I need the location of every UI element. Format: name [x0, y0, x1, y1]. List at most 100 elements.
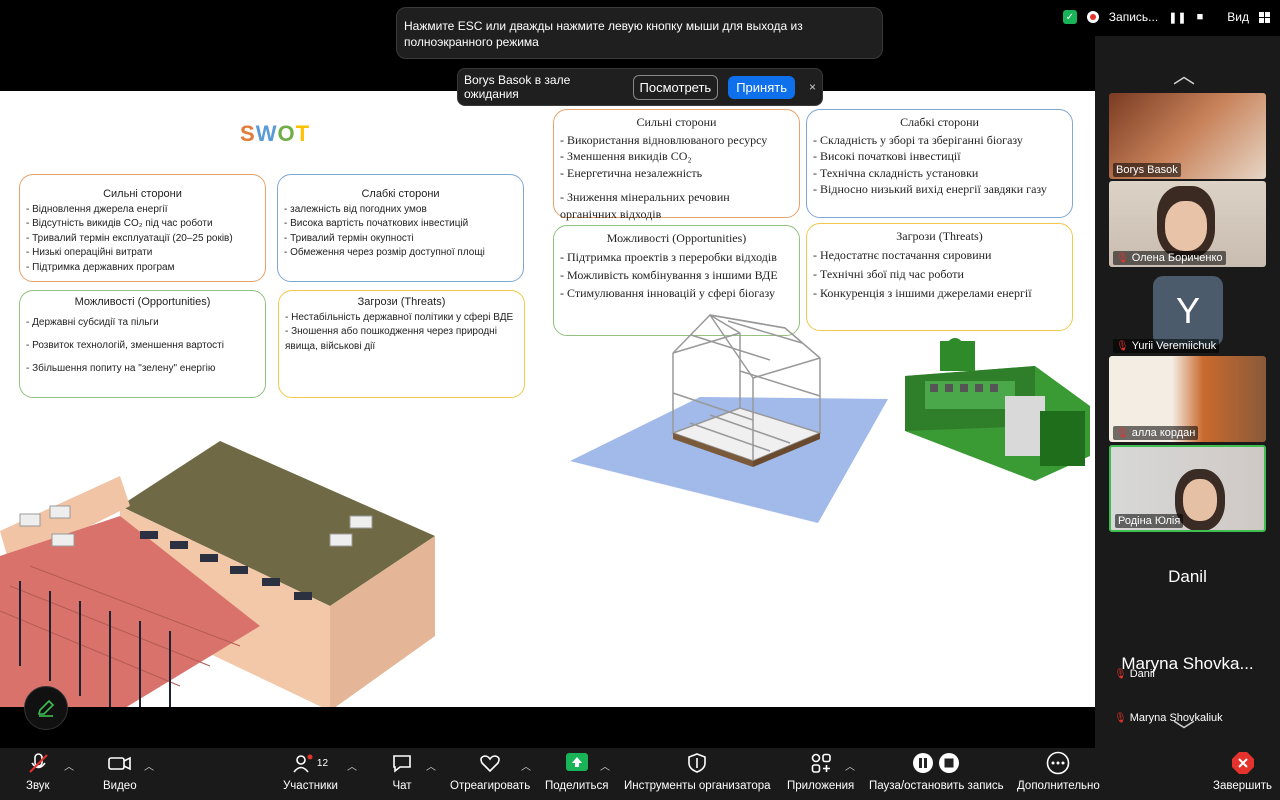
participant-name: 🎙︎ Олена Бориченко	[1113, 251, 1226, 265]
avatar: Y	[1153, 276, 1223, 346]
scroll-up-chevron-icon[interactable]: ︿	[1173, 58, 1195, 90]
participant-name-text: Олена Бориченко	[1131, 252, 1223, 264]
more-button[interactable]: Дополнительно	[1017, 751, 1100, 792]
stop-recording-icon[interactable]: ■	[1197, 11, 1204, 23]
recording-icon	[1086, 11, 1099, 23]
list-item: - Технічні збої під час роботи	[813, 266, 964, 281]
participant-name: 🎙︎ алла кордан	[1113, 426, 1199, 440]
end-meeting-button[interactable]: Завершить	[1213, 752, 1272, 792]
list-item: - Відсутність викидів CO₂ під час роботи	[26, 218, 213, 229]
list-item: - Відносно низький вихід енергії завдяки…	[813, 182, 1047, 196]
list-item: - Високі початкові інвестиції	[813, 149, 961, 163]
view-menu[interactable]: Вид	[1227, 10, 1249, 24]
video-button[interactable]: Видео	[103, 752, 137, 792]
annotate-pencil-button[interactable]	[24, 686, 68, 730]
scroll-down-chevron-icon[interactable]: ﹀	[1173, 714, 1195, 746]
participants-count: 12	[316, 757, 329, 769]
end-label: Завершить	[1213, 780, 1273, 792]
share-screen-button[interactable]: Поделиться	[545, 752, 609, 792]
solar-weaknesses-box: Слабкі сторони - залежність від погодних…	[277, 174, 524, 282]
mic-muted-icon: 🎙︎	[1116, 340, 1129, 352]
list-item: - Зменшення викидів CO₂	[560, 149, 692, 163]
pause-stop-recording-button[interactable]: Пауза/остановить запись	[869, 752, 1004, 792]
list-item: - Висока вартість початкових інвестицій	[284, 218, 469, 229]
list-item: - Нестабільність державної політики у сф…	[285, 311, 514, 323]
box-title: Можливості (Opportunities)	[606, 231, 747, 245]
biogas-weaknesses-box: Слабкі сторони - Складність у зборі та з…	[806, 109, 1073, 218]
list-item: - Зношення або пошкодження через природн…	[285, 326, 497, 337]
apps-label: Приложения	[787, 780, 855, 792]
participant-name[interactable]: 🎙︎ Maryna Shovkaliuk	[1111, 690, 1226, 746]
video-camera-icon	[107, 752, 132, 774]
close-icon[interactable]: ×	[809, 80, 816, 94]
participant-tile[interactable]: 🎙︎ Олена Бориченко	[1109, 181, 1266, 267]
biogas-generator-illustration	[905, 338, 1090, 481]
mic-muted-icon: 🎙︎	[1116, 252, 1129, 264]
mic-muted-icon: 🎙︎	[1114, 712, 1127, 724]
list-item: - Низькі операційні витрати	[26, 247, 153, 258]
top-right-controls: ✓ Запись... ❚❚ ■ Вид	[1062, 10, 1270, 24]
box-title: Загрози (Threats)	[357, 296, 446, 308]
zoom-window: ✓ Запись... ❚❚ ■ Вид SWOT Сильні сторони…	[0, 0, 1280, 800]
participant-tile-active-speaker[interactable]: Родіна Юлія	[1109, 445, 1266, 532]
participant-name-text: алла кордан	[1131, 427, 1196, 439]
participants-label: Участники	[283, 780, 338, 792]
pencil-icon	[37, 699, 55, 717]
end-icon	[1231, 752, 1255, 774]
apps-icon	[810, 752, 832, 774]
participants-button[interactable]: 12 Участники	[283, 752, 338, 792]
reactions-button[interactable]: Отреагировать	[450, 752, 530, 792]
apps-caret-icon[interactable]: ︿	[845, 758, 855, 773]
audio-options-caret-icon[interactable]: ︿	[64, 758, 74, 773]
box-title: Слабкі сторони	[361, 188, 440, 200]
pause-rec-label: Пауза/остановить запись	[869, 780, 1004, 792]
chat-button[interactable]: Чат	[391, 752, 413, 792]
more-label: Дополнительно	[1017, 780, 1100, 792]
share-caret-icon[interactable]: ︿	[600, 758, 610, 773]
pause-recording-icon[interactable]: ❚❚	[1168, 11, 1186, 24]
host-tools-button[interactable]: Инструменты организатора	[624, 752, 771, 792]
participants-caret-icon[interactable]: ︿	[347, 758, 357, 773]
participant-name-text: Родіна Юлія	[1118, 515, 1181, 527]
participant-tile[interactable]: 🎙︎ алла кордан	[1109, 356, 1266, 442]
list-item: - Тривалий термін експлуатації (20–25 ро…	[26, 232, 233, 244]
recording-label: Запись...	[1108, 10, 1159, 24]
video-options-caret-icon[interactable]: ︿	[144, 758, 154, 773]
participant-tile[interactable]: Borys Basok	[1109, 93, 1266, 179]
participant-tile[interactable]: Y 🎙︎ Yurii Veremiichuk	[1109, 269, 1266, 355]
biogas-strengths-box: Сильні сторони - Використання відновлюва…	[553, 109, 800, 221]
list-item: - Державні субсидії та пільги	[26, 316, 159, 328]
view-grid-icon[interactable]	[1259, 11, 1270, 23]
box-title: Можливості (Opportunities)	[74, 296, 211, 308]
list-item: - Використання відновлюваного ресурсу	[560, 132, 768, 147]
chat-label: Чат	[392, 780, 412, 792]
security-shield-icon[interactable]: ✓	[1062, 10, 1077, 24]
list-item: - Зниження мінеральних речовин	[560, 190, 730, 204]
list-item: - Відновлення джерела енергії	[26, 203, 168, 215]
fullscreen-exit-notice: Нажмите ESC или дважды нажмите левую кно…	[396, 7, 883, 59]
pause-stop-icon	[912, 752, 960, 774]
participants-icon: 12	[293, 752, 328, 774]
view-waiting-room-button[interactable]: Посмотреть	[632, 74, 719, 100]
list-item: - Збільшення попиту на "зелену" енергію	[26, 362, 216, 374]
participant-name: 🎙︎ Yurii Veremiichuk	[1113, 339, 1220, 353]
list-item: - Підтримка проектів з переробки відході…	[560, 249, 777, 264]
audio-button[interactable]: Звук	[26, 752, 50, 792]
list-item: - Обмеження через розмір доступної площі	[284, 247, 485, 258]
mic-muted-icon	[27, 752, 49, 774]
share-label: Поделиться	[545, 780, 609, 792]
video-label: Видео	[103, 780, 137, 792]
list-item: - Розвиток технологій, зменшення вартост…	[26, 339, 224, 351]
list-item: - Конкуренція з іншими джерелами енергії	[813, 285, 1032, 300]
solar-threats-box: Загрози (Threats) - Нестабільність держа…	[278, 290, 525, 398]
title-letter-s: S	[240, 121, 256, 146]
reactions-caret-icon[interactable]: ︿	[521, 758, 531, 773]
greenhouse-illustration	[570, 313, 888, 523]
admit-button[interactable]: Принять	[728, 75, 795, 99]
host-tools-label: Инструменты организатора	[624, 780, 771, 792]
box-title: Сильні сторони	[636, 115, 717, 129]
participant-name-large: Maryna Shovka...	[1121, 654, 1254, 673]
list-item: - Тривалий термін окупності	[284, 232, 414, 244]
chat-caret-icon[interactable]: ︿	[426, 758, 436, 773]
waiting-room-text: Borys Basok в зале ожидания	[464, 73, 571, 101]
